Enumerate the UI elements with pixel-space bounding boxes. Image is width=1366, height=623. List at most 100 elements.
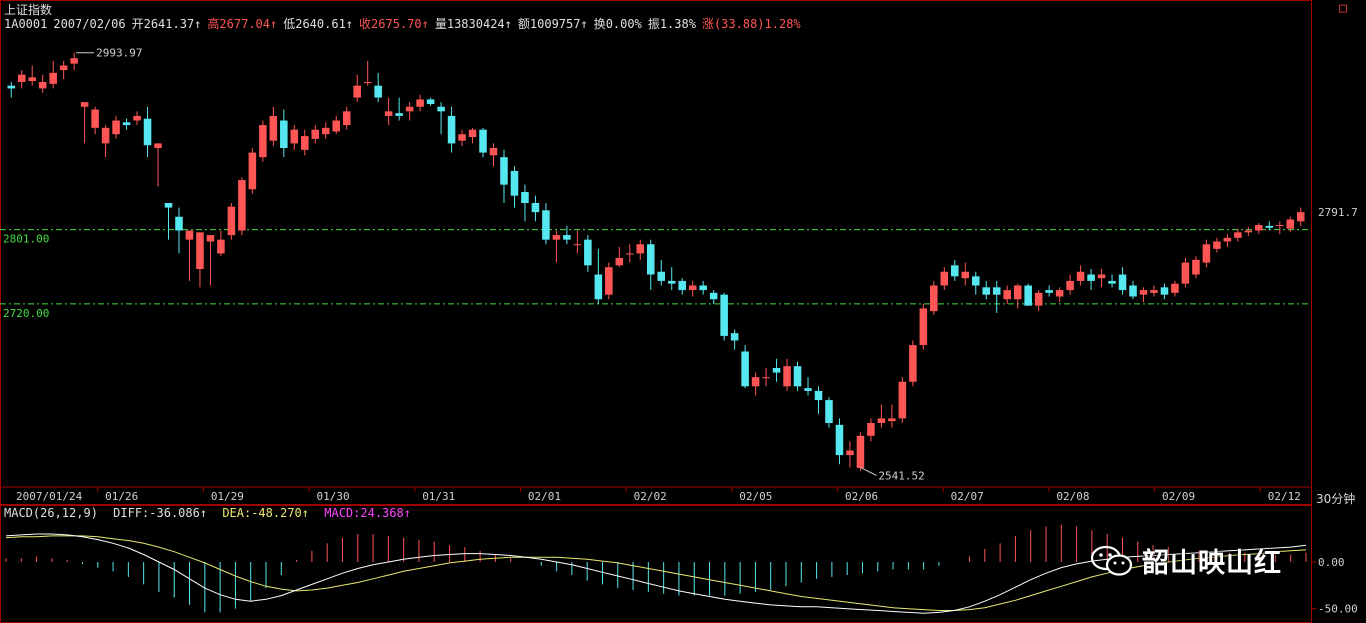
candle-body: [248, 152, 257, 190]
wechat-icon: [1090, 545, 1133, 576]
x-axis-label: 02/06: [845, 490, 878, 503]
candle-body: [447, 115, 456, 144]
candle-body: [416, 99, 424, 107]
candle-body: [961, 271, 970, 279]
candle-body: [1034, 292, 1043, 306]
candle-body: [363, 82, 372, 83]
candle-body: [741, 351, 749, 387]
candle-body: [206, 235, 215, 242]
candle-body: [919, 308, 928, 346]
candle-body: [122, 122, 131, 126]
candle-body: [605, 267, 613, 295]
x-axis-label: 01/30: [317, 490, 350, 503]
candle-body: [38, 82, 47, 89]
x-axis-label: 02/05: [739, 490, 772, 503]
candle-body: [1202, 244, 1211, 263]
candle-body: [1087, 274, 1095, 281]
candle-body: [1181, 262, 1190, 284]
candle-body: [867, 423, 875, 436]
candle-body: [898, 381, 907, 419]
candle-body: [353, 85, 361, 98]
candle-body: [1192, 259, 1200, 275]
last-price-label: 2791.7: [1318, 206, 1358, 219]
x-axis-label: 02/02: [634, 490, 667, 503]
macd-diff-value: DIFF:-36.086↑: [113, 506, 208, 520]
high-annotation: 2993.97: [96, 47, 142, 60]
quote-field: 振1.38%: [647, 17, 696, 31]
low-marker-line: [860, 466, 877, 476]
candle-body: [374, 85, 382, 98]
candle-body: [1129, 285, 1137, 297]
candle-body: [930, 285, 938, 312]
candle-body: [489, 148, 498, 156]
candle-body: [909, 345, 917, 382]
candle-body: [636, 244, 645, 254]
candle-body: [542, 210, 550, 240]
macd-value: MACD:24.368↑: [324, 506, 411, 520]
candle-body: [1244, 230, 1253, 233]
candle-body: [646, 244, 655, 275]
candle-body: [772, 368, 781, 373]
candle-body: [856, 435, 865, 468]
candle-body: [751, 377, 760, 387]
x-axis-label: 02/09: [1162, 490, 1195, 503]
candle-body: [667, 280, 676, 284]
candle-body: [80, 102, 89, 107]
candle-body: [290, 129, 299, 144]
close-icon[interactable]: □: [1336, 2, 1350, 16]
candle-body: [552, 235, 561, 240]
candle-body: [301, 136, 309, 150]
candle-body: [164, 203, 173, 208]
chart-svg[interactable]: 2801.00 2720.00 2791.7 2993.97 2541.52 2007/0…: [0, 0, 1366, 623]
candle-body: [877, 418, 886, 423]
candle-body: [28, 77, 36, 82]
candle-body: [384, 111, 393, 116]
candle-body: [1213, 241, 1221, 249]
candle-body: [1234, 232, 1242, 238]
candle-body: [332, 120, 341, 132]
candle-body: [531, 203, 540, 213]
candle-body: [500, 157, 508, 185]
candle-body: [971, 276, 980, 286]
candle-body: [1097, 274, 1106, 279]
candle-body: [437, 106, 445, 112]
candle-body: [238, 180, 246, 231]
candle-body: [217, 239, 225, 254]
candle-body: [982, 287, 991, 295]
candle-body: [783, 366, 791, 387]
candle-body: [1118, 274, 1127, 291]
candle-body: [227, 206, 236, 236]
candle-body: [1296, 212, 1305, 222]
candle-body: [510, 170, 519, 196]
candle-body: [1066, 280, 1074, 291]
candle-body: [584, 239, 592, 266]
candle-body: [888, 418, 896, 422]
candle-body: [615, 258, 624, 266]
quote-field: 低2640.61↑: [283, 17, 354, 31]
candle-body: [468, 129, 477, 137]
watermark-text: 韶山映山红: [1142, 548, 1282, 579]
low-annotation: 2541.52: [878, 469, 924, 482]
quote-field: 量13830424↑: [434, 17, 512, 31]
x-axis-label: 02/08: [1056, 490, 1089, 503]
candle-body: [17, 74, 26, 82]
quote-info-line: 1A0001 2007/02/06 开2641.37↑ 高2677.04↑ 低2640.…: [4, 15, 807, 32]
period-label[interactable]: 30分钟: [1316, 490, 1355, 507]
macd-params: MACD(26,12,9): [4, 506, 98, 520]
candle-body: [940, 271, 949, 286]
candle-body: [1150, 290, 1158, 293]
candle-body: [458, 134, 466, 141]
candle-body: [720, 294, 728, 336]
macd-axis-label: 0.00: [1318, 556, 1345, 569]
candle-body: [762, 377, 770, 379]
candle-body: [59, 65, 68, 71]
candle-body: [814, 390, 823, 401]
candle-body: [1139, 290, 1148, 295]
watermark: 韶山映山红: [1090, 541, 1282, 580]
candle-body: [846, 450, 854, 456]
candle-body: [426, 99, 435, 104]
candle-body: [1024, 285, 1032, 306]
candle-body: [793, 366, 802, 387]
candle-body: [709, 292, 718, 300]
candle-body: [951, 265, 959, 277]
